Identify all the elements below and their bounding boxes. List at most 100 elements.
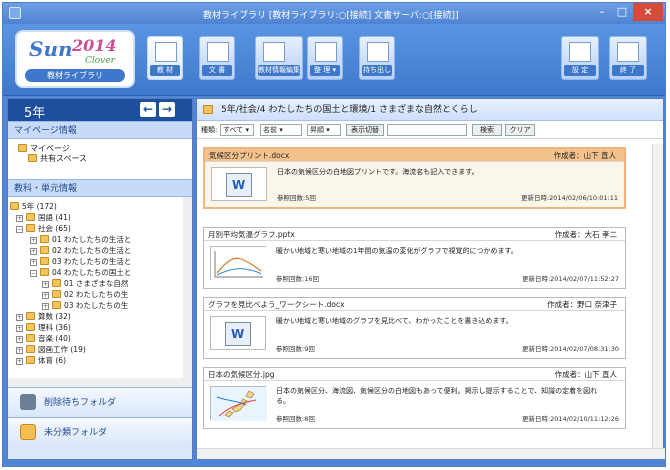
order-select[interactable]: 昇順 ▾ — [307, 124, 341, 136]
material-card[interactable]: グラフを見比べよう_ワークシート.docx 作成者：野口 奈津子 暖かい地域と寒… — [203, 297, 626, 359]
logo-sun-text: Sun — [29, 37, 73, 61]
card-title: 気候区分プリント.docx — [209, 151, 290, 160]
expand-icon[interactable]: + — [42, 281, 49, 288]
clear-button[interactable]: クリア — [505, 124, 535, 136]
tree-item[interactable]: +02 わたしたちの生活と — [30, 246, 131, 256]
tree-item[interactable]: + 音楽 (40) — [16, 334, 71, 344]
japan-map-thumbnail — [211, 387, 267, 421]
tree-item[interactable]: + 理科 (36) — [16, 323, 71, 333]
mypage-section-title: マイページ情報 — [8, 121, 192, 139]
tree-item[interactable]: 5年 (172) — [10, 202, 57, 212]
folder-icon — [203, 105, 213, 114]
type-select[interactable]: すべて ▾ — [220, 124, 254, 136]
settings-button[interactable]: 設 定 — [561, 36, 599, 80]
shared-space-item[interactable]: 共有スペース — [18, 154, 192, 164]
expand-icon[interactable]: + — [30, 248, 37, 255]
sidebar: 5年 ← → マイページ情報 マイページ 共有スペース 教科・単元情報 5年 (… — [7, 98, 193, 460]
search-button[interactable]: 検索 — [472, 124, 502, 136]
sort-select[interactable]: 名前 ▾ — [260, 124, 302, 136]
card-header: グラフを見比べよう_ワークシート.docx 作成者：野口 奈津子 — [204, 298, 625, 311]
exit-button[interactable]: 終 了 — [609, 36, 647, 80]
material-card[interactable]: 月別平均気温グラフ.pptx 作成者：大石 孝二 暖かい地域と寒い地域の1年間の… — [203, 227, 626, 289]
tree-item[interactable]: + 算数 (32) — [16, 312, 71, 322]
search-input[interactable] — [387, 124, 467, 136]
tree-item[interactable]: +01 わたしたちの生活と — [30, 235, 131, 245]
tree-item[interactable]: +01 さまざまな自然 — [42, 279, 128, 289]
card-thumbnail — [211, 167, 267, 201]
card-reference-count: 参照回数:16回 — [276, 275, 319, 283]
folder-icon — [52, 301, 61, 309]
card-updated-time: 更新日時:2014/02/10/11:12:26 — [521, 415, 619, 423]
trash-folder-label: 削除待ちフォルダ — [44, 398, 117, 408]
card-author: 作成者：山下 直人 — [553, 151, 616, 160]
card-author: 作成者：大石 孝二 — [554, 230, 617, 239]
subject-section-title: 教科・単元情報 — [8, 179, 192, 197]
material-card[interactable]: 気候区分プリント.docx 作成者：山下 直人 日本の気候区分の白地図プリントで… — [203, 147, 626, 209]
app-icon — [9, 7, 21, 19]
expand-icon[interactable]: + — [16, 347, 23, 354]
folder-icon — [20, 424, 36, 440]
expand-icon[interactable]: + — [30, 259, 37, 266]
organize-button[interactable]: 整 理 ▾ — [307, 36, 343, 80]
folder-icon — [10, 202, 19, 210]
expand-icon[interactable]: + — [16, 325, 23, 332]
card-reference-count: 参照回数:9回 — [276, 345, 315, 353]
card-updated-time: 更新日時:2014/02/07/11:52:27 — [521, 275, 619, 283]
documents-button[interactable]: 文 書 — [199, 36, 235, 80]
expand-icon[interactable]: + — [16, 358, 23, 365]
expand-icon[interactable]: + — [30, 237, 37, 244]
organize-icon — [315, 42, 337, 62]
tree-item[interactable]: +02 わたしたちの生 — [42, 290, 128, 300]
trash-folder-button[interactable]: 削除待ちフォルダ — [8, 387, 192, 417]
tree-item[interactable]: + 国語 (41) — [16, 213, 71, 223]
next-grade-button[interactable]: → — [159, 102, 175, 117]
word-file-icon — [226, 173, 252, 197]
documents-icon — [207, 42, 229, 62]
card-updated-time: 更新日時:2014/02/07/08:31:30 — [521, 345, 619, 353]
grade-bar: 5年 ← → — [8, 99, 192, 121]
materials-button[interactable]: 教 材 — [147, 36, 183, 80]
export-button[interactable]: 持ち出し — [359, 36, 395, 80]
card-description: 暖かい地域と寒い地域の1年間の気温の変化がグラフで視覚的につかめます。 — [276, 247, 518, 255]
expand-icon[interactable]: + — [16, 215, 23, 222]
folder-icon — [52, 290, 61, 298]
mypage-item[interactable]: マイページ — [18, 144, 192, 154]
collapse-icon[interactable]: − — [16, 226, 23, 233]
expand-icon[interactable]: + — [42, 303, 49, 310]
tree-item[interactable]: +03 わたしたちの生活と — [30, 257, 131, 267]
folder-icon — [26, 224, 35, 232]
close-button[interactable]: × — [633, 3, 663, 21]
edit-material-button[interactable]: 教材情報編集 — [255, 36, 303, 80]
mypage-list: マイページ 共有スペース — [8, 139, 192, 179]
app-window: 教材ライブラリ [教材ライブラリ:○[接続] 文書サーバ:○[接続]] – □ … — [2, 2, 666, 467]
edit-material-label: 教材情報編集 — [258, 65, 300, 76]
unsorted-folder-label: 未分類フォルダ — [44, 428, 108, 438]
tree-item[interactable]: −04 わたしたちの国土と — [30, 268, 131, 278]
expand-icon[interactable]: + — [42, 292, 49, 299]
previous-grade-button[interactable]: ← — [140, 102, 156, 117]
minimize-button[interactable]: – — [593, 3, 611, 21]
tree-item[interactable]: +03 わたしたちの生 — [42, 301, 128, 311]
maximize-button[interactable]: □ — [613, 3, 631, 21]
tree-horizontal-scrollbar[interactable] — [8, 378, 186, 387]
tree-item[interactable]: + 図画工作 (19) — [16, 345, 86, 355]
tree-vertical-scrollbar[interactable] — [183, 197, 192, 387]
logo-subtitle: Clover — [85, 56, 115, 66]
expand-icon[interactable]: + — [16, 336, 23, 343]
logo-library-label: 教材ライブラリ — [25, 69, 125, 82]
tree-item[interactable]: − 社会 (65) — [16, 224, 71, 234]
material-vertical-scrollbar[interactable] — [652, 144, 663, 449]
tree-item[interactable]: + 体育 (6) — [16, 356, 66, 366]
material-horizontal-scrollbar[interactable] — [197, 448, 665, 459]
mypage-label: マイページ — [30, 144, 70, 153]
card-thumbnail — [210, 316, 266, 350]
card-updated-time: 更新日時:2014/02/06/10:01:11 — [520, 194, 618, 202]
folder-icon — [26, 213, 35, 221]
window-controls: – □ × — [593, 3, 663, 23]
expand-icon[interactable]: + — [16, 314, 23, 321]
collapse-icon[interactable]: − — [30, 270, 37, 277]
display-toggle-button[interactable]: 表示切替 — [346, 124, 384, 136]
material-card[interactable]: 日本の気候区分.jpg 作成者：山下 直人 日本の気候区分、海流図、気候区分の白… — [203, 367, 626, 429]
unsorted-folder-button[interactable]: 未分類フォルダ — [8, 417, 192, 447]
folder-icon — [52, 279, 61, 287]
